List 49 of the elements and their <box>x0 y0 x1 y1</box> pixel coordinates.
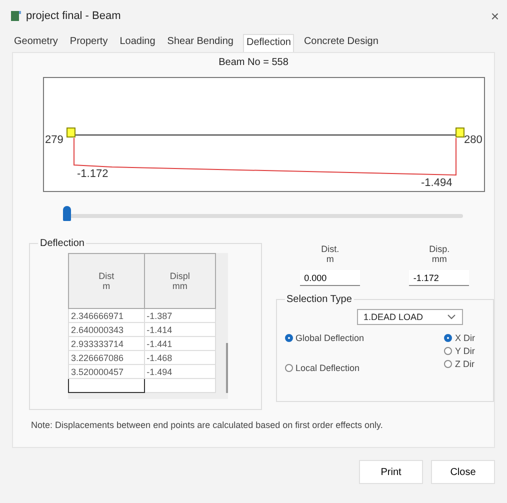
tab[interactable]: Deflection <box>243 34 294 52</box>
column-header: Displ mm <box>144 254 216 308</box>
table-cell: 2.346666971 <box>68 308 144 322</box>
table-cell: 2.933333714 <box>68 336 144 350</box>
dist-label: Dist. m <box>320 244 340 264</box>
tab[interactable]: Property <box>68 34 110 52</box>
deflection-value: -1.172 <box>77 168 108 180</box>
dialog-button[interactable]: Print <box>359 460 423 484</box>
window-title: project final - Beam <box>26 10 122 22</box>
table-cell <box>144 378 216 392</box>
table-cell: 2.640000343 <box>68 322 144 336</box>
slider-thumb[interactable] <box>63 206 71 221</box>
radio-button[interactable]: Y Dir <box>444 346 475 356</box>
disp-field[interactable]: -1.172 <box>409 270 470 286</box>
tab[interactable]: Geometry <box>12 34 60 52</box>
note-text: Note: Displacements between end points are calculated based on first order effects only. <box>31 420 384 430</box>
scroll-bar[interactable] <box>226 343 228 393</box>
group-title: Selection Type <box>286 294 353 305</box>
dialog-button[interactable]: Close <box>431 460 495 484</box>
tab[interactable]: Loading <box>118 34 158 52</box>
table-cell: -1.387 <box>144 308 216 322</box>
node-marker <box>456 128 464 138</box>
node-label: 279 <box>45 134 64 146</box>
caret-icon <box>446 314 456 320</box>
dist-field[interactable]: 0.000 <box>300 270 360 286</box>
close-button[interactable]: × <box>490 8 499 24</box>
table-cell: 3.520000457 <box>68 364 144 378</box>
node-marker <box>66 128 76 138</box>
load-case-dropdown[interactable]: 1.DEAD LOAD <box>356 309 463 325</box>
table-cell: -1.414 <box>144 322 216 336</box>
beam-number: Beam No = 558 <box>218 57 290 70</box>
input-field[interactable] <box>68 378 144 392</box>
radio-button[interactable]: Z Dir <box>444 359 475 369</box>
tab[interactable]: Shear Bending <box>165 34 236 52</box>
table-cell: -1.494 <box>144 364 216 378</box>
radio-button[interactable]: Local Deflection <box>284 363 364 373</box>
node-label: 280 <box>464 134 482 146</box>
group-title: Deflection <box>39 238 86 249</box>
disp-label: Disp. mm <box>428 244 451 264</box>
table-cell: -1.468 <box>144 350 216 364</box>
table-cell: 3.226667086 <box>68 350 144 364</box>
radio-button[interactable]: Global Deflection <box>284 333 364 343</box>
column-header: Dist m <box>68 254 144 308</box>
slider[interactable] <box>63 206 463 221</box>
radio-button[interactable]: X Dir <box>444 333 475 343</box>
app-icon <box>10 10 22 22</box>
table-cell: -1.441 <box>144 336 216 350</box>
deflection-value: -1.494 <box>421 177 452 189</box>
tab[interactable]: Concrete Design <box>302 34 380 52</box>
